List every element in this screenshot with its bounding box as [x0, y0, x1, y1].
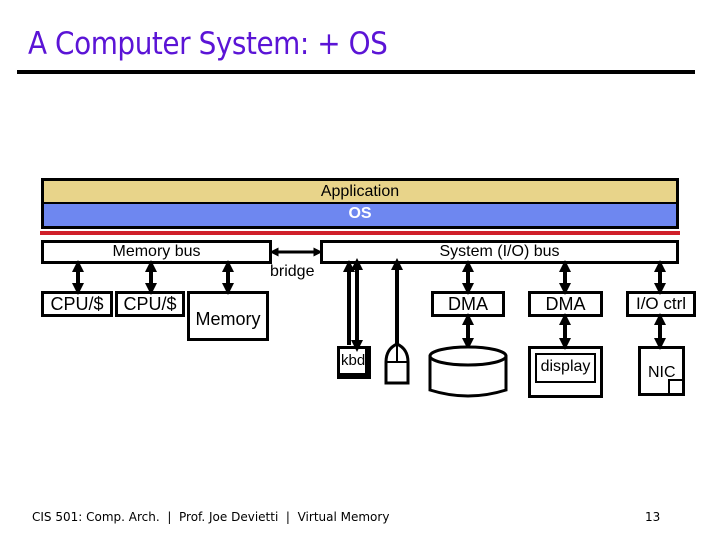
footer-text: CIS 501: Comp. Arch. | Prof. Joe Deviett… — [32, 510, 389, 524]
footer-separator-1: | — [167, 510, 172, 524]
page-number: 13 — [645, 510, 661, 524]
footer-instructor: Prof. Joe Devietti — [179, 510, 279, 524]
footer-separator-2: | — [285, 510, 290, 524]
footer-topic: Virtual Memory — [297, 510, 390, 524]
connection-lines — [72, 247, 666, 398]
mouse-icon — [384, 342, 410, 385]
disk-icon — [428, 345, 508, 398]
footer-course: CIS 501: Comp. Arch. — [32, 510, 160, 524]
